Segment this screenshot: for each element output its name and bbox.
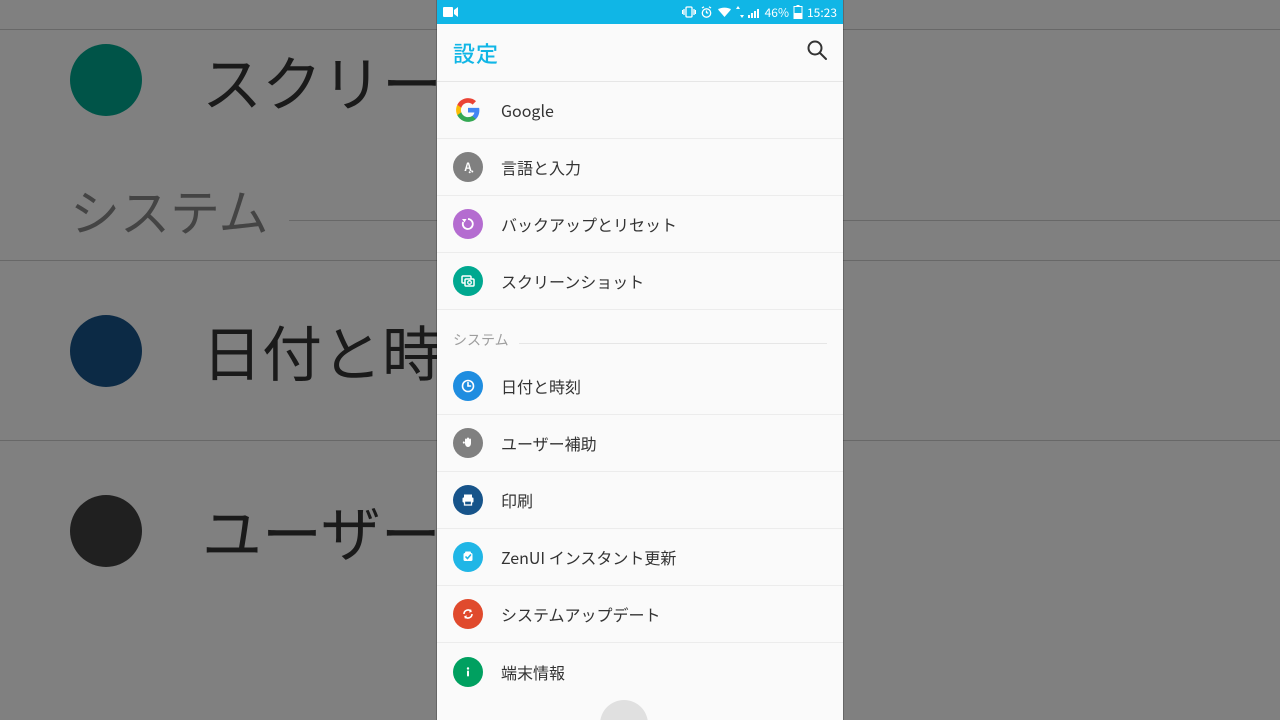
bg-datetime-label: 日付と時 <box>202 307 442 394</box>
battery-icon <box>793 5 803 19</box>
phone-screen: 46% 15:23 設定 Google A 言語と入力 <box>437 0 843 720</box>
settings-item-printing[interactable]: 印刷 <box>437 472 843 529</box>
settings-item-label: Google <box>501 98 554 122</box>
search-icon <box>805 38 829 62</box>
bg-section-system: システム <box>70 154 269 246</box>
hand-icon <box>453 428 483 458</box>
settings-item-datetime[interactable]: 日付と時刻 <box>437 358 843 415</box>
screenshot-icon <box>453 266 483 296</box>
language-icon: A <box>453 152 483 182</box>
app-header: 設定 <box>437 24 843 82</box>
wifi-icon <box>717 6 732 18</box>
clock-icon <box>453 371 483 401</box>
clock-time: 15:23 <box>807 4 837 21</box>
section-header-system: システム <box>437 310 843 358</box>
video-icon <box>443 6 459 18</box>
zenui-icon <box>453 542 483 572</box>
settings-item-systemupdate[interactable]: システムアップデート <box>437 586 843 643</box>
battery-percent: 46% <box>765 4 789 21</box>
screenshot-icon <box>70 44 142 116</box>
settings-item-about[interactable]: 端末情報 <box>437 643 843 700</box>
info-icon <box>453 657 483 687</box>
settings-item-label: 言語と入力 <box>501 155 581 179</box>
settings-item-label: スクリーンショット <box>501 269 644 293</box>
settings-item-label: システムアップデート <box>501 602 661 626</box>
page-title: 設定 <box>453 37 499 69</box>
data-arrows-icon <box>736 6 744 18</box>
settings-item-label: ユーザー補助 <box>501 431 597 455</box>
touch-indicator <box>600 700 648 720</box>
settings-item-google[interactable]: Google <box>437 82 843 139</box>
google-icon <box>453 95 483 125</box>
settings-item-label: バックアップとリセット <box>501 212 677 236</box>
settings-item-zenui[interactable]: ZenUI インスタント更新 <box>437 529 843 586</box>
settings-item-backup[interactable]: バックアップとリセット <box>437 196 843 253</box>
clock-icon <box>70 315 142 387</box>
settings-item-screenshot[interactable]: スクリーンショット <box>437 253 843 310</box>
settings-item-label: 印刷 <box>501 488 533 512</box>
settings-item-label: ZenUI インスタント更新 <box>501 545 676 569</box>
printer-icon <box>453 485 483 515</box>
settings-item-language[interactable]: A 言語と入力 <box>437 139 843 196</box>
settings-item-accessibility[interactable]: ユーザー補助 <box>437 415 843 472</box>
section-label: システム <box>453 330 509 350</box>
svg-text:A: A <box>463 159 472 175</box>
backup-icon <box>453 209 483 239</box>
signal-icon <box>748 6 761 18</box>
bg-accessibility-label: ユーザー <box>202 487 441 574</box>
alarm-icon <box>700 6 713 18</box>
update-icon <box>453 599 483 629</box>
hand-icon <box>70 495 142 567</box>
search-button[interactable] <box>805 38 829 67</box>
settings-item-label: 日付と時刻 <box>501 374 581 398</box>
vibrate-icon <box>682 6 696 18</box>
settings-list[interactable]: Google A 言語と入力 バックアップとリセット スクリーンショット システ… <box>437 82 843 720</box>
status-bar: 46% 15:23 <box>437 0 843 24</box>
settings-item-label: 端末情報 <box>501 660 565 684</box>
bg-screenshot-label: スクリー <box>202 37 442 124</box>
